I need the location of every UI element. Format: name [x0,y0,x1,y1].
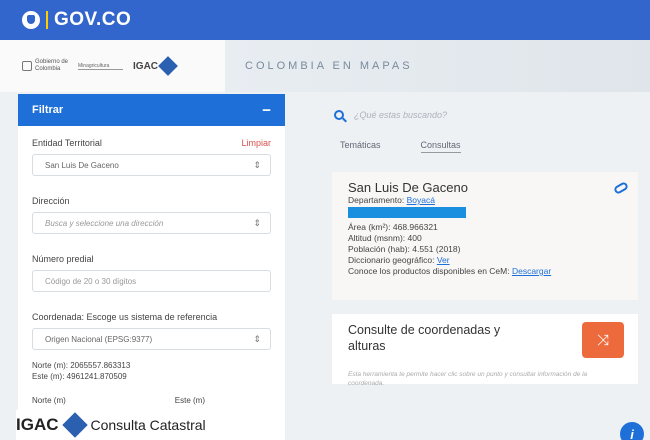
entity-select-value: San Luis De Gaceno [45,160,119,170]
gov-brand-text: GOV.CO [54,9,132,30]
coord-label: Coordenada: Escoge us sistema de referen… [32,312,218,322]
coord-row: Coordenada: Escoge us sistema de referen… [32,312,271,322]
gov-separator [46,11,48,29]
population-line: Población (hab): 4.551 (2018) [348,244,461,254]
search-placeholder: ¿Qué estas buscando? [354,110,448,120]
filter-header[interactable]: Filtrar − [18,94,285,126]
coord-system-select[interactable]: Origen Nacional (EPSG:9377) ⇕ [32,328,271,350]
dictionary-label: Diccionario geográfico: [348,255,437,265]
igac-header-text: IGAC [133,60,159,72]
right-panel: ¿Qué estas buscando? Temáticas Consultas… [322,100,640,430]
address-label: Dirección [32,196,70,206]
shuffle-icon[interactable]: ⤨ [582,322,624,358]
igac-diamond-icon [158,56,178,76]
collapse-icon[interactable]: − [262,102,271,119]
ministry-logo: Minagricultura [78,63,124,70]
igac-logo-icon [61,412,88,438]
igac-header-logo: IGAC [133,56,178,76]
north-readout: Norte (m): 2065557.863313 [32,361,131,370]
search-bar[interactable]: ¿Qué estas buscando? [322,100,640,130]
clear-link[interactable]: Limpiar [241,138,271,148]
department-label: Departamento: [348,195,407,205]
products-label: Conoce los productos disponibles en CeM: [348,266,512,276]
entity-select[interactable]: San Luis De Gaceno ⇕ [32,154,271,176]
download-link[interactable]: Descargar [512,266,551,276]
dictionary-link[interactable]: Ver [437,255,450,265]
predial-row: Número predial [32,254,271,264]
altitude-line: Altitud (msnm): 400 [348,233,422,243]
highlight-mark [348,207,466,218]
consult-title-line1: Consulte de coordenadas y [348,323,501,337]
gov-topbar: GOV.CO [0,0,650,40]
address-select[interactable]: Busca y seleccione una dirección ⇕ [32,212,271,234]
tab-consultas[interactable]: Consultas [420,140,461,153]
gob-line1: Gobierno de [35,59,69,65]
colombia-seal-icon [22,61,32,71]
search-icon [334,110,344,120]
consulta-catastral-brand: IGAC Consulta Catastral [16,410,256,440]
gov-co-logo[interactable]: GOV.CO [22,9,131,31]
institution-logos: Gobierno de Colombia Minagricultura IGAC [0,40,225,92]
gobierno-logo: Gobierno de Colombia [22,59,68,73]
predial-label: Número predial [32,254,94,264]
coord-readout: Norte (m): 2065557.863313 Este (m): 4961… [32,360,271,382]
entity-label: Entidad Territorial [32,138,102,148]
consult-description: Esta herramienta te permite hacer clic s… [348,371,588,387]
entity-row: Entidad Territorial Limpiar [32,138,271,148]
chevron-updown-icon: ⇕ [253,333,261,344]
chevron-updown-icon: ⇕ [253,217,261,228]
north-label: Norte (m) [32,396,66,405]
filter-panel: Filtrar − Entidad Territorial Limpiar Sa… [18,94,285,440]
area-line: Área (km²): 468.966321 [348,222,438,232]
tab-tematicas[interactable]: Temáticas [340,140,381,153]
consulta-catastral-title: Consulta Catastral [90,417,206,433]
chevron-updown-icon: ⇕ [253,159,261,170]
address-placeholder: Busca y seleccione una dirección [45,218,164,228]
coord-inputs-labels: Norte (m) Este (m) [32,396,205,405]
department-line: Departamento: Boyacá [348,195,622,206]
tabs: Temáticas Consultas [322,140,640,153]
municipality-title: San Luis De Gaceno [348,180,468,195]
filter-title: Filtrar [32,104,64,116]
predial-placeholder: Código de 20 o 30 dígitos [45,276,137,286]
department-link[interactable]: Boyacá [407,195,435,205]
dictionary-line: Diccionario geográfico: Ver [348,255,622,266]
coord-system-value: Origen Nacional (EPSG:9377) [45,334,153,344]
igac-footer-text: IGAC [16,415,59,434]
gob-line2: Colombia [35,66,61,72]
gov-shield-icon [22,11,40,29]
east-label: Este (m) [174,396,205,405]
predial-input[interactable]: Código de 20 o 30 dígitos [32,270,271,292]
consult-title-line2: alturas [348,339,386,353]
redacted-line [348,206,622,222]
east-readout: Este (m): 4961241.870509 [32,372,127,381]
address-row: Dirección [32,196,271,206]
map-title: COLOMBIA EN MAPAS [225,40,650,92]
info-icon[interactable]: i [620,422,644,440]
site-header: Gobierno de Colombia Minagricultura IGAC … [0,40,650,92]
municipality-info-card: San Luis De Gaceno Departamento: Boyacá … [332,172,638,300]
products-line: Conoce los productos disponibles en CeM:… [348,266,622,277]
